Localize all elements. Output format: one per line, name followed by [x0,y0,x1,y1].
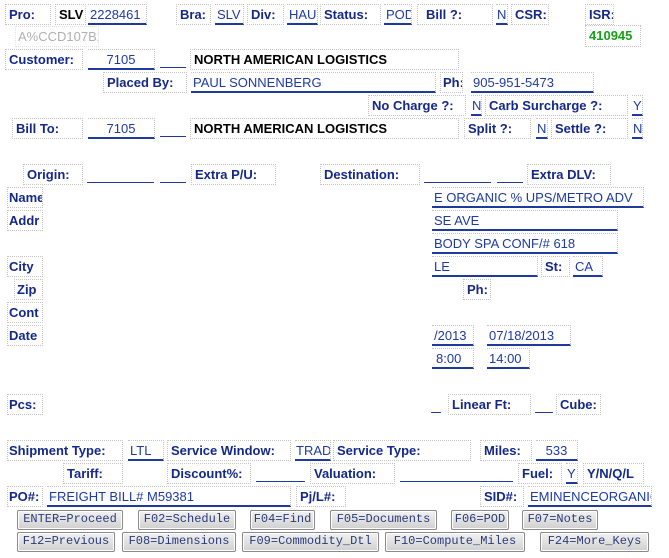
st-label: St: [541,256,570,277]
split-input[interactable]: N [536,118,548,139]
placed-by-label: Placed By: [103,72,187,93]
isr-value: 410945 [585,25,641,47]
dest-ph-label: Ph: [463,279,491,300]
cube-label: Cube: [556,394,601,415]
pro-number-input[interactable]: 2228461 [88,4,147,25]
carb-surcharge-input[interactable]: Y [632,95,643,116]
fuel-options-hint: Y/N/Q/L [583,463,644,484]
valuation-label: Valuation: [310,463,395,484]
settle-input[interactable]: N [632,118,643,139]
no-charge-input[interactable]: N [471,95,482,116]
dest-name-input[interactable]: E ORGANIC % UPS/METRO ADV [432,187,644,208]
date-label: Date [7,325,43,346]
fuel-label: Fuel: [518,463,562,484]
f06-pod-button[interactable]: F06=POD [451,510,509,530]
dest-date2-input[interactable]: 07/18/2013 [487,325,571,346]
f05-documents-button[interactable]: F05=Documents [330,510,437,530]
csr-label: CSR: [511,4,549,25]
extra-dlv-label: Extra DLV: [527,164,611,185]
isr-label: ISR: [585,4,614,25]
f08-dimensions-button[interactable]: F08=Dimensions [122,532,236,552]
destination-label: Destination: [320,164,420,185]
dest-state-input[interactable]: CA [573,256,603,277]
shipment-type-input[interactable]: LTL [128,440,164,461]
f24-more-keys-button[interactable]: F24=More_Keys [540,532,649,552]
pro-prefix: SLV [55,4,86,25]
sid-label: SID#: [480,486,524,507]
miles-label: Miles: [480,440,532,461]
record-code: A%CCD107B2 [15,26,99,47]
f10-compute-miles-button[interactable]: F10=Compute_Miles [385,532,525,552]
dest-time1-input[interactable]: 8:00 [432,348,474,369]
bill-input[interactable]: N [496,4,508,25]
bill-to-label: Bill To: [12,118,83,139]
placed-by-input[interactable]: PAUL SONNENBERG [191,72,436,93]
bill-to-suffix-input[interactable] [160,118,186,137]
pro-label: Pro: [5,4,51,25]
dest-time2-input[interactable]: 14:00 [487,348,530,369]
f09-commodity-dtl-button[interactable]: F09=Commodity_Dtl [242,532,379,552]
destination-suffix-input[interactable] [497,164,523,183]
status-input[interactable]: POD [384,4,412,25]
dest-addr2-input[interactable]: BODY SPA CONF/# 618 [432,233,618,254]
cont-label: Cont [7,302,43,323]
shipment-type-label: Shipment Type: [7,440,123,461]
split-label: Split ?: [464,118,531,139]
service-type-label: Service Type: [333,440,471,461]
status-label: Status: [320,4,381,25]
discount-label: Discount%: [167,463,251,484]
customer-ph-label: Ph: [440,72,463,93]
zip-label: Zip [14,279,43,300]
bra-label: Bra: [176,4,211,25]
name-label: Name [7,187,43,208]
linear-ft-label: Linear Ft: [448,394,531,415]
dest-city-input[interactable]: LE [432,256,538,277]
customer-phone-input[interactable]: 905-951-5473 [471,72,594,93]
service-window-label: Service Window: [167,440,291,461]
div-input[interactable]: HAU [287,4,318,25]
customer-label: Customer: [5,49,83,70]
origin-code-input[interactable] [87,164,154,183]
service-window-input[interactable]: TRAD [295,440,331,461]
valuation-input[interactable] [400,463,513,482]
po-label: PO#: [7,486,43,507]
pcs-label: Pcs: [7,394,43,415]
enter-proceed-button[interactable]: ENTER=Proceed [17,510,123,530]
f02-schedule-button[interactable]: F02=Schedule [138,510,236,530]
origin-suffix-input[interactable] [160,164,186,183]
pjl-label: Pj/L#: [296,486,346,507]
destination-code-input[interactable] [424,164,491,183]
f07-notes-button[interactable]: F07=Notes [522,510,598,530]
po-input[interactable]: FREIGHT BILL# M59381 [47,486,291,507]
extra-pu-label: Extra P/U: [191,164,276,185]
sid-input[interactable]: EMINENCEORGANIC [528,486,652,507]
customer-name: NORTH AMERICAN LOGISTICS [190,49,459,70]
pcs-input[interactable] [431,394,441,413]
bill-label: Bill ?: [417,4,493,25]
f04-find-button[interactable]: F04=Find [250,510,315,530]
bra-input[interactable]: SLV [215,4,244,25]
bill-to-name: NORTH AMERICAN LOGISTICS [190,118,459,139]
f12-previous-button[interactable]: F12=Previous [17,532,115,552]
city-label: City [7,256,43,277]
dest-date1-input[interactable]: /2013 [432,325,474,346]
customer-code-input[interactable]: 7105 [88,49,155,70]
customer-suffix-input[interactable] [160,49,186,68]
discount-input[interactable] [256,463,305,482]
carb-surcharge-label: Carb Surcharge ?: [485,95,628,116]
miles-input[interactable]: 533 [536,440,578,461]
addr-label: Addr [7,210,43,231]
dest-addr1-input[interactable]: SE AVE [432,210,618,231]
linear-ft-input[interactable] [535,394,553,413]
settle-label: Settle ?: [551,118,628,139]
no-charge-label: No Charge ?: [368,95,466,116]
bill-to-code-input[interactable]: 7105 [88,118,155,139]
tariff-label: Tariff: [63,463,123,484]
fuel-input[interactable]: Y [566,463,578,484]
div-label: Div: [247,4,284,25]
origin-label: Origin: [23,164,83,185]
